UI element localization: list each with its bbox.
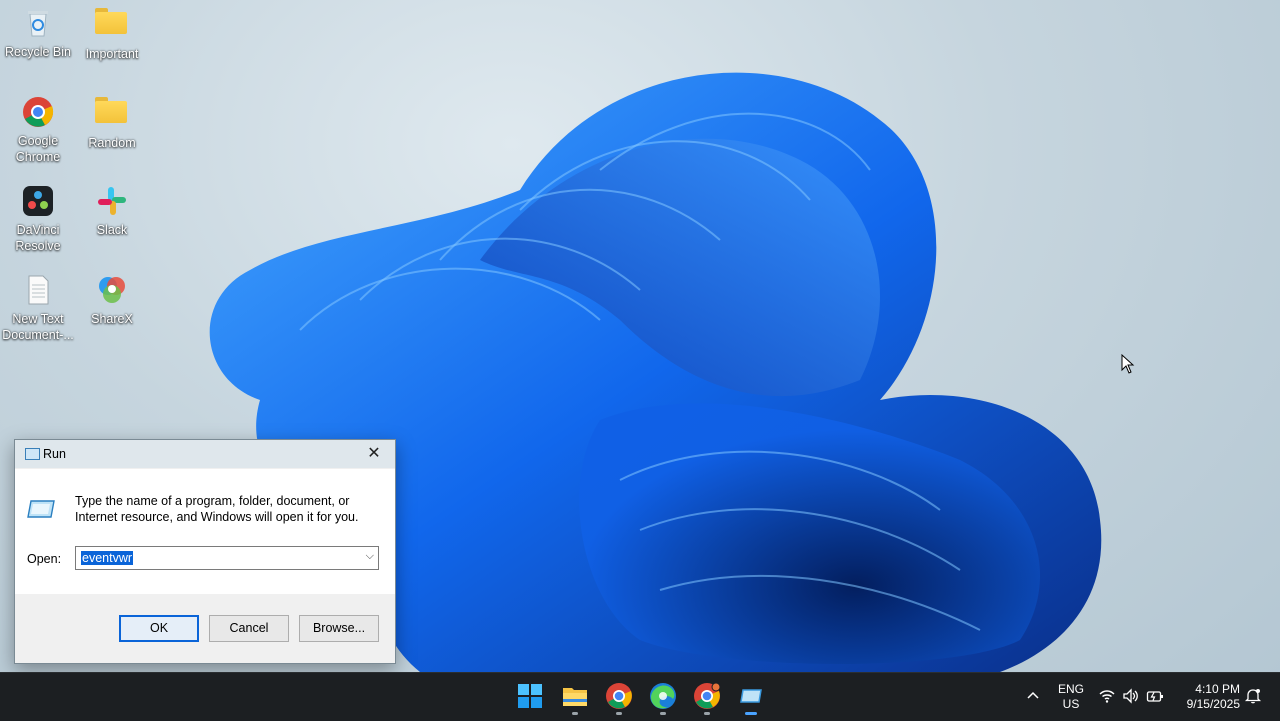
taskbar-file-explorer[interactable] <box>560 681 590 715</box>
bell-icon <box>1244 689 1262 704</box>
desktop-icon-label: New Text Document-... <box>2 312 74 342</box>
run-icon <box>25 448 40 460</box>
edge-icon <box>650 683 676 709</box>
volume-icon <box>1123 688 1138 704</box>
cancel-button[interactable]: Cancel <box>209 615 289 642</box>
run-dialog-title: Run <box>43 447 66 461</box>
language-label: ENG <box>1057 682 1084 696</box>
slack-icon <box>95 184 129 218</box>
clock-date: 9/15/2025 <box>1186 697 1240 711</box>
close-icon: ✕ <box>367 445 381 462</box>
quick-settings-button[interactable] <box>1098 687 1166 707</box>
wifi-icon <box>1099 690 1115 703</box>
desktop-icon-label: Recycle Bin <box>5 45 71 59</box>
browse-button[interactable]: Browse... <box>299 615 379 642</box>
chrome-icon <box>694 682 721 709</box>
desktop-icon-label: Important <box>85 47 139 61</box>
clock-time: 4:10 PM <box>1195 682 1240 696</box>
recycle-bin-icon <box>21 6 55 40</box>
running-indicator <box>704 712 710 715</box>
mouse-cursor-icon <box>1121 354 1135 374</box>
ok-button[interactable]: OK <box>119 615 199 642</box>
active-indicator <box>745 712 757 715</box>
open-combobox[interactable]: eventvwr ⌵ <box>75 546 379 570</box>
notifications-button[interactable] <box>1244 687 1262 705</box>
desktop-icon-label: Slack <box>96 223 128 237</box>
run-dialog[interactable]: Run ✕ Type the name of a program, folder… <box>14 439 396 664</box>
davinci-resolve-icon <box>21 184 55 218</box>
start-button[interactable] <box>515 681 545 711</box>
desktop-icon-label: Random <box>88 136 136 150</box>
desktop-icon-label: Google Chrome <box>15 134 61 164</box>
text-document-icon <box>21 273 55 307</box>
region-label: US <box>1062 697 1080 711</box>
desktop-icon-sharex[interactable]: ShareX <box>76 269 148 327</box>
running-indicator <box>616 712 622 715</box>
desktop-icon-label: DaVinci Resolve <box>15 223 61 253</box>
desktop-icon-label: ShareX <box>91 312 133 326</box>
desktop-icon-slack[interactable]: Slack <box>76 180 148 238</box>
clock[interactable]: 4:10 PM 9/15/2025 <box>1176 682 1240 712</box>
file-explorer-icon <box>563 688 587 706</box>
chrome-icon <box>606 683 632 709</box>
show-hidden-icons-button[interactable] <box>1024 687 1042 705</box>
desktop-icon-recycle-bin[interactable]: Recycle Bin <box>2 2 74 60</box>
run-titlebar[interactable]: Run ✕ <box>15 440 395 468</box>
language-indicator[interactable]: ENG US <box>1054 682 1088 712</box>
taskbar: ENG US 4:10 PM 9/15/2025 <box>0 672 1280 721</box>
chevron-up-icon <box>1027 691 1039 699</box>
taskbar-chrome[interactable] <box>604 681 634 715</box>
folder-icon <box>95 97 129 131</box>
close-button[interactable]: ✕ <box>359 442 389 466</box>
desktop-icon-davinci-resolve[interactable]: DaVinci Resolve <box>2 180 74 254</box>
running-indicator <box>572 712 578 715</box>
run-program-icon <box>27 500 55 518</box>
desktop-icon-google-chrome[interactable]: Google Chrome <box>2 91 74 165</box>
taskbar-chrome-profile[interactable] <box>692 681 722 715</box>
desktop-icon-important[interactable]: Important <box>76 2 148 62</box>
desktop-icon-new-text-document[interactable]: New Text Document-... <box>2 269 74 343</box>
sharex-icon <box>95 273 129 307</box>
run-description: Type the name of a program, folder, docu… <box>75 494 359 524</box>
run-icon <box>740 689 762 703</box>
start-icon <box>518 684 542 708</box>
taskbar-edge[interactable] <box>648 681 678 715</box>
folder-icon <box>95 8 129 42</box>
run-dialog-body: Type the name of a program, folder, docu… <box>15 469 395 594</box>
open-input[interactable]: eventvwr <box>81 551 134 565</box>
open-label: Open: <box>27 552 62 566</box>
desktop-icon-random[interactable]: Random <box>76 91 148 151</box>
battery-icon <box>1146 691 1163 702</box>
chevron-down-icon[interactable]: ⌵ <box>366 550 374 563</box>
running-indicator <box>660 712 666 715</box>
chrome-icon <box>21 95 55 129</box>
taskbar-run[interactable] <box>736 681 766 715</box>
